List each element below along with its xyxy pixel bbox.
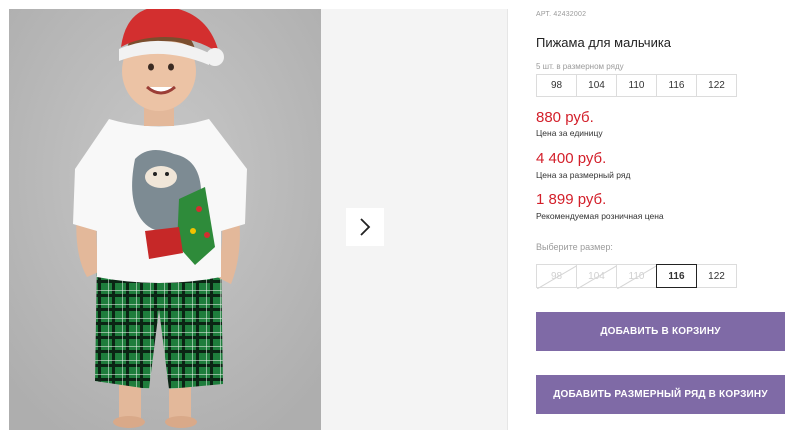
unavailable-strike-icon xyxy=(537,265,578,289)
size-option-98: 98 xyxy=(536,264,578,289)
article-number: АРТ. 42432002 xyxy=(536,11,587,18)
product-photo[interactable] xyxy=(9,9,321,430)
unavailable-strike-icon xyxy=(617,265,658,289)
unavailable-strike-icon xyxy=(577,265,618,289)
choose-size-label: Выберите размер: xyxy=(536,242,613,252)
size-row-cell: 122 xyxy=(696,74,737,97)
retail-price-label: Рекомендуемая розничная цена xyxy=(536,211,664,221)
product-title: Пижама для мальчика xyxy=(536,35,672,50)
size-option-label: 116 xyxy=(668,270,685,282)
retail-price: 1 899 руб. xyxy=(536,191,607,208)
size-row-cell: 104 xyxy=(576,74,617,97)
size-row-cell: 116 xyxy=(656,74,697,97)
size-option-122[interactable]: 122 xyxy=(696,264,737,288)
add-size-row-to-cart-button[interactable]: ДОБАВИТЬ РАЗМЕРНЫЙ РЯД В КОРЗИНУ xyxy=(536,375,785,414)
size-selector: 98 104 110 116 122 xyxy=(536,264,737,289)
unit-price: 880 руб. xyxy=(536,109,594,126)
product-gallery xyxy=(9,9,508,430)
size-row-table: 98 104 110 116 122 xyxy=(536,74,737,97)
size-row-price: 4 400 руб. xyxy=(536,150,607,167)
size-option-116[interactable]: 116 xyxy=(656,264,697,288)
unit-price-label: Цена за единицу xyxy=(536,128,603,138)
size-row-cell: 98 xyxy=(536,74,577,97)
boy-in-pajama-image xyxy=(9,9,321,430)
size-option-104: 104 xyxy=(576,264,618,289)
next-photo-button[interactable] xyxy=(346,208,384,246)
product-info-panel: АРТ. 42432002 Пижама для мальчика 5 шт. … xyxy=(536,0,800,430)
size-option-label: 122 xyxy=(708,270,725,282)
size-option-110: 110 xyxy=(616,264,658,289)
chevron-right-icon xyxy=(360,218,371,236)
size-row-label: 5 шт. в размерном ряду xyxy=(536,62,624,71)
add-to-cart-button[interactable]: ДОБАВИТЬ В КОРЗИНУ xyxy=(536,312,785,351)
size-row-cell: 110 xyxy=(616,74,657,97)
size-row-price-label: Цена за размерный ряд xyxy=(536,170,631,180)
